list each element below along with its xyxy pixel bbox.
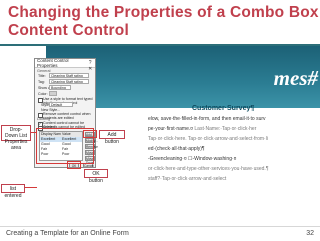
document-line: staff?·Tap·or·click·arrow·and·select (148, 176, 227, 182)
document-line: ed·(check·all·that·apply)¶ (148, 146, 205, 152)
dropdown-area-callout: Drop-Down List Properties area (1, 125, 31, 151)
add-button-highlight (83, 130, 97, 138)
document-subheading: Customer·Survey¶ (192, 105, 255, 112)
document-line: Tap·or·click·here. Tap·or·click·arrow·an… (148, 136, 268, 142)
slide-footer: Creating a Template for an Online Form 3… (0, 226, 320, 241)
list-entered-callout: list entered (1, 184, 25, 199)
document-heading: mes# (273, 66, 318, 90)
slide-title-line1: Changing the Properties of a Combo Box (8, 4, 319, 21)
document-line: or·click·here·and·type·other·services·yo… (148, 166, 269, 172)
ok-button-highlight (67, 161, 81, 169)
callout-connector (25, 187, 37, 188)
ok-button-callout: OK button (84, 169, 108, 184)
tag-label: Tag: (38, 80, 45, 84)
document-line: elow, save·the·filled-in·form, and then … (148, 116, 266, 122)
show-as-select[interactable]: Bounding Box (49, 85, 71, 90)
slide-title-bar: Changing the Properties of a Combo Box C… (0, 0, 320, 46)
style-select[interactable]: Default Paragraph Font (49, 102, 73, 107)
color-label: Color: (38, 92, 48, 96)
color-picker[interactable] (49, 91, 57, 96)
screenshot-area: mes# Customer·Survey¶ elow, save·the·fil… (0, 46, 320, 226)
title-label: Title: (38, 74, 46, 78)
document-line: -Greencleaning·¤ ☐-Window·washing·¤ (148, 156, 237, 162)
title-field[interactable]: Cleaning Staff rating (49, 73, 89, 78)
slide-title-line2: Content Control (8, 22, 129, 39)
footer-text: Creating a Template for an Online Form (6, 230, 129, 237)
dialog-title: Content Control Properties (37, 58, 69, 68)
page-number: 32 (306, 230, 314, 237)
callout-connector (31, 132, 36, 133)
tag-field[interactable]: Cleaning Staff rating (49, 79, 89, 84)
dialog-titlebar: Content Control Properties ? ✕ (35, 58, 95, 72)
add-button-callout: Add button (99, 130, 125, 145)
close-icon[interactable]: ? ✕ (87, 60, 93, 72)
document-line: pe·your·first·name.¤ Last·Name:·Tap·or·c… (148, 126, 257, 132)
remove-on-edit-label: Remove content control when contents are… (43, 112, 91, 120)
